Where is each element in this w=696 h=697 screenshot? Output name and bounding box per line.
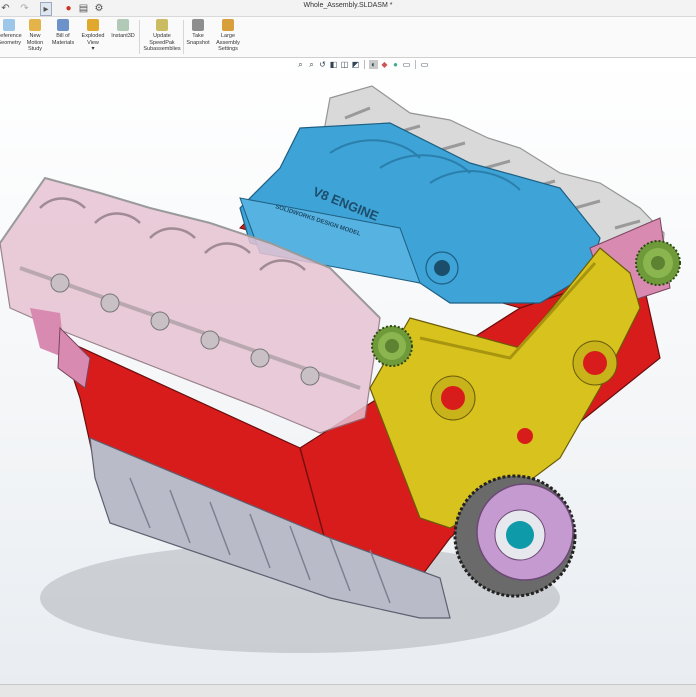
large-assembly-settings-button[interactable]: Large Assembly Settings (214, 19, 242, 53)
dropdown-arrow-icon[interactable]: ▾ (91, 46, 94, 53)
bom-icon (57, 19, 69, 31)
ribbon-separator (139, 20, 140, 54)
speedpak-icon (156, 19, 168, 31)
bill-of-materials-button[interactable]: Bill of Materials (49, 19, 77, 46)
document-title: Whole_Assembly.SLDASM * (303, 2, 393, 9)
graphics-area[interactable]: ⌕ ⌕ ↺ ◧ ◫ ◩ ◐ ◆ ● ▭ ▭ V8 ENGINE SOLIDWOR… (0, 58, 696, 684)
instant3d-icon (117, 19, 129, 31)
ribbon-separator (183, 20, 184, 54)
update-speedpak-button[interactable]: Update SpeedPak Subassemblies (142, 19, 182, 53)
take-snapshot-button[interactable]: Take Snapshot (185, 19, 211, 46)
title-bar: ↶ ↷ ▸ ● ▤ ⚙ Whole_Assembly.SLDASM * (0, 0, 696, 17)
assembly-ribbon: Reference Geometry New Motion Study Bill… (0, 17, 696, 58)
reference-geometry-button[interactable]: Reference Geometry (0, 19, 22, 46)
engine-3d-model[interactable]: V8 ENGINE SOLIDWORKS DESIGN MODEL (0, 58, 696, 684)
large-assembly-icon (222, 19, 234, 31)
status-bar (0, 684, 696, 697)
reference-geometry-icon (3, 19, 15, 31)
instant3d-button[interactable]: Instant3D (110, 19, 136, 40)
camera-icon (192, 19, 204, 31)
crankshaft-pulley (453, 474, 577, 598)
new-motion-study-button[interactable]: New Motion Study (23, 19, 47, 53)
exploded-view-button[interactable]: Exploded View ▾ (79, 19, 107, 53)
motion-study-icon (29, 19, 41, 31)
camshaft-gear-right (635, 240, 681, 286)
camshaft-gear-left (371, 325, 413, 367)
exploded-view-icon (87, 19, 99, 31)
